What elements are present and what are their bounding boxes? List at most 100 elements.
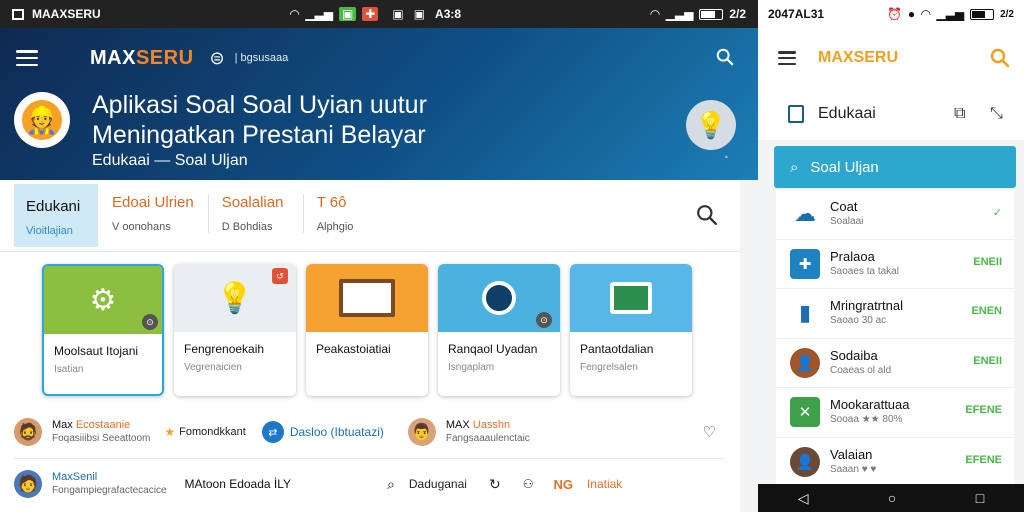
- user-detail: Fongampiegrafactecacice: [52, 485, 167, 496]
- collapse-icon[interactable]: ⤡: [990, 105, 1003, 123]
- wifi-icon-2: ◠: [650, 7, 660, 21]
- location-icon: ●: [907, 7, 916, 21]
- item-status: EFENE: [965, 453, 1002, 466]
- user-detail: Foqasiiibsi Seeattoom: [52, 433, 151, 444]
- item-sub: Saaan ♥ ♥: [830, 463, 877, 475]
- mascot-icon: 👷: [25, 104, 59, 135]
- ng-label: NG: [553, 476, 573, 492]
- battery-text: 2/2: [729, 7, 746, 21]
- lightbulb-icon[interactable]: 💡: [686, 100, 736, 150]
- list-item[interactable]: 👤 Valaian Saaan ♥ ♥ EFENE: [776, 437, 1014, 484]
- user-name: MAX: [445, 419, 470, 431]
- card-grid: ⚙ ⊙ Moolsaut Itojani Isatian 💡 ↺ Fengren…: [42, 264, 692, 396]
- list-item[interactable]: ☁ Coat Soalaai ✓: [776, 190, 1014, 240]
- user-name-highlight: Ecostaanie: [75, 419, 131, 431]
- home-icon[interactable]: ○: [888, 490, 896, 506]
- list-item[interactable]: ✚ Pralaoa Saoaes ta takal ENEII: [776, 239, 1014, 289]
- user-row-2: 🧑 MaxSenil Fongampiegrafactecacice MAtoo…: [14, 464, 724, 504]
- right-brand-logo[interactable]: MAXSERU: [818, 49, 898, 67]
- search-bar-icon: ⌕: [790, 158, 799, 176]
- list-item[interactable]: ✕ Mookarattuaa Sooaa ★★ 80% EFENE: [776, 388, 1014, 438]
- menu-icon[interactable]: [16, 50, 38, 66]
- tab-edoai-ulrien[interactable]: Edoai Ulrien V oonohans: [98, 180, 208, 251]
- search-icon-right[interactable]: [990, 48, 1010, 68]
- brand-prefix: MAX: [818, 49, 854, 66]
- search-small-icon[interactable]: ⌕: [387, 476, 395, 493]
- award-text: Fomondkkant: [179, 426, 246, 438]
- tab-bar: Edukani Vioitlajian Edoai Ulrien V oonoh…: [0, 180, 740, 252]
- signal-icon-3: ▁▃▅: [936, 7, 965, 21]
- recents-icon[interactable]: □: [976, 490, 984, 506]
- people-icon[interactable]: ⚇: [523, 477, 534, 491]
- badge-icon: ⊙: [142, 314, 158, 330]
- link-button[interactable]: ⇄ Dasloo (Ibtuatazi): [261, 421, 384, 443]
- brand-suffix: SERU: [853, 49, 899, 66]
- avatar-3[interactable]: 🧑: [14, 470, 42, 498]
- section-header: Edukaai ⧉ ⤡: [758, 88, 1024, 140]
- search-bar[interactable]: ⌕ Soal Uljan: [774, 146, 1016, 188]
- person-icon: 👤: [790, 347, 820, 378]
- list-item[interactable]: ▮ Mringratrtnal Saoao 30 ac ENEN: [776, 289, 1014, 339]
- right-app-window: MAXSERU Edukaai ⧉ ⤡ ⌕ Soal Uljan ☁ Coat S…: [758, 28, 1024, 484]
- status-bar-left: MAAXSERU ◠ ▁▃▅ ▣ ✚ ▣ ▣ A3:8 ◠ ▁▃▅ 2/2: [0, 0, 758, 28]
- puzzle-icon: ✚: [790, 248, 820, 279]
- hero-title-line1: Aplikasi Soal Soal Uyian uutur: [92, 91, 427, 119]
- tab-label: Edoai Ulrien: [112, 194, 194, 211]
- search-bar-text: Soal Uljan: [810, 158, 879, 176]
- avatar[interactable]: 🧔: [14, 418, 42, 446]
- card-title: Ranqaol Uyadan: [448, 342, 538, 356]
- divider: [14, 458, 724, 459]
- section-icon: [788, 105, 804, 123]
- item-title: Coat: [830, 199, 858, 215]
- avatar-2[interactable]: 👨: [407, 418, 436, 446]
- card-peakastoiatiai[interactable]: Peakastoiatiai: [306, 264, 428, 396]
- result-list: ☁ Coat Soalaai ✓ ✚ Pralaoa Saoaes ta takal…: [776, 190, 1014, 484]
- card-title: Moolsaut Itojani: [54, 344, 139, 358]
- wifi-icon-3: ◠: [921, 7, 931, 21]
- link-text: Dasloo (Ibtuatazi): [289, 425, 384, 439]
- search-icon[interactable]: [716, 48, 734, 66]
- back-icon[interactable]: ◁: [798, 490, 809, 507]
- row-mid-text: MAtoon Edoada İLY: [184, 477, 292, 491]
- list-item[interactable]: 👤 Sodaiba Coaeas ol ald ENEII: [776, 338, 1014, 388]
- tab-soalalian[interactable]: Soalalian D Bohdias: [207, 180, 303, 251]
- open-external-icon[interactable]: ⧉: [954, 105, 965, 123]
- status-time-right: 2047AL31: [768, 7, 825, 21]
- item-status: ENEN: [971, 305, 1002, 317]
- user-name: MaxSenil: [52, 471, 98, 483]
- right-top-bar: MAXSERU: [758, 28, 1024, 88]
- heart-icon[interactable]: ♡: [703, 423, 716, 441]
- tab-edukani[interactable]: Edukani Vioitlajian: [14, 184, 98, 247]
- android-nav-bar: ◁ ○ □: [758, 484, 1024, 512]
- brand-logo[interactable]: MAXSERU: [90, 47, 194, 70]
- brand-suffix: SERU: [135, 46, 194, 69]
- card-pantaotdalian[interactable]: Pantaotdalian Fengrelsalen: [570, 264, 692, 396]
- badge-icon: ↺: [272, 268, 288, 284]
- screen-icon: [570, 264, 692, 332]
- item-sub: Soalaai: [830, 216, 864, 228]
- card-sub: Isatian: [54, 364, 84, 375]
- item-title: Valaian: [830, 446, 873, 462]
- item-sub: Sooaa ★★ 80%: [830, 414, 903, 426]
- signal-icon-2: ▁▃▅: [665, 7, 694, 21]
- item-status: ✓: [992, 207, 1002, 219]
- card-moolsaut[interactable]: ⚙ ⊙ Moolsaut Itojani Isatian: [42, 264, 164, 396]
- star-icon: ★: [164, 425, 176, 439]
- card-ranqaol[interactable]: ⊙ Ranqaol Uyadan Isngaplam: [438, 264, 560, 396]
- user-info-2: MAX Uasshn Fangsaaaulenctaic: [446, 418, 530, 446]
- tab-sub: D Bohdias: [221, 221, 273, 233]
- menu-icon-right[interactable]: [778, 51, 796, 65]
- item-status: ENEII: [973, 255, 1002, 268]
- share-icon: ⇄: [261, 421, 284, 443]
- item-sub: Coaeas ol ald: [830, 364, 892, 376]
- top-bar: MAXSERU ⊜ | bgsusaaa: [0, 28, 758, 88]
- refresh-icon[interactable]: ↻: [489, 476, 501, 493]
- tab-search-icon[interactable]: [696, 204, 718, 226]
- card-fengrenoekaih[interactable]: 💡 ↺ Fengrenoekaih Vegrenaicien: [174, 264, 296, 396]
- status-bar-right: 2047AL31 ⏰ ● ◠ ▁▃▅ 2/2: [758, 0, 1024, 28]
- card-sub: Fengrelsalen: [580, 362, 638, 373]
- tab-t6[interactable]: T 6ô Alphgio: [302, 180, 398, 251]
- battery-icon: [699, 8, 724, 20]
- app-badge-icon: ▣: [338, 7, 357, 21]
- scrollbar[interactable]: [740, 180, 758, 512]
